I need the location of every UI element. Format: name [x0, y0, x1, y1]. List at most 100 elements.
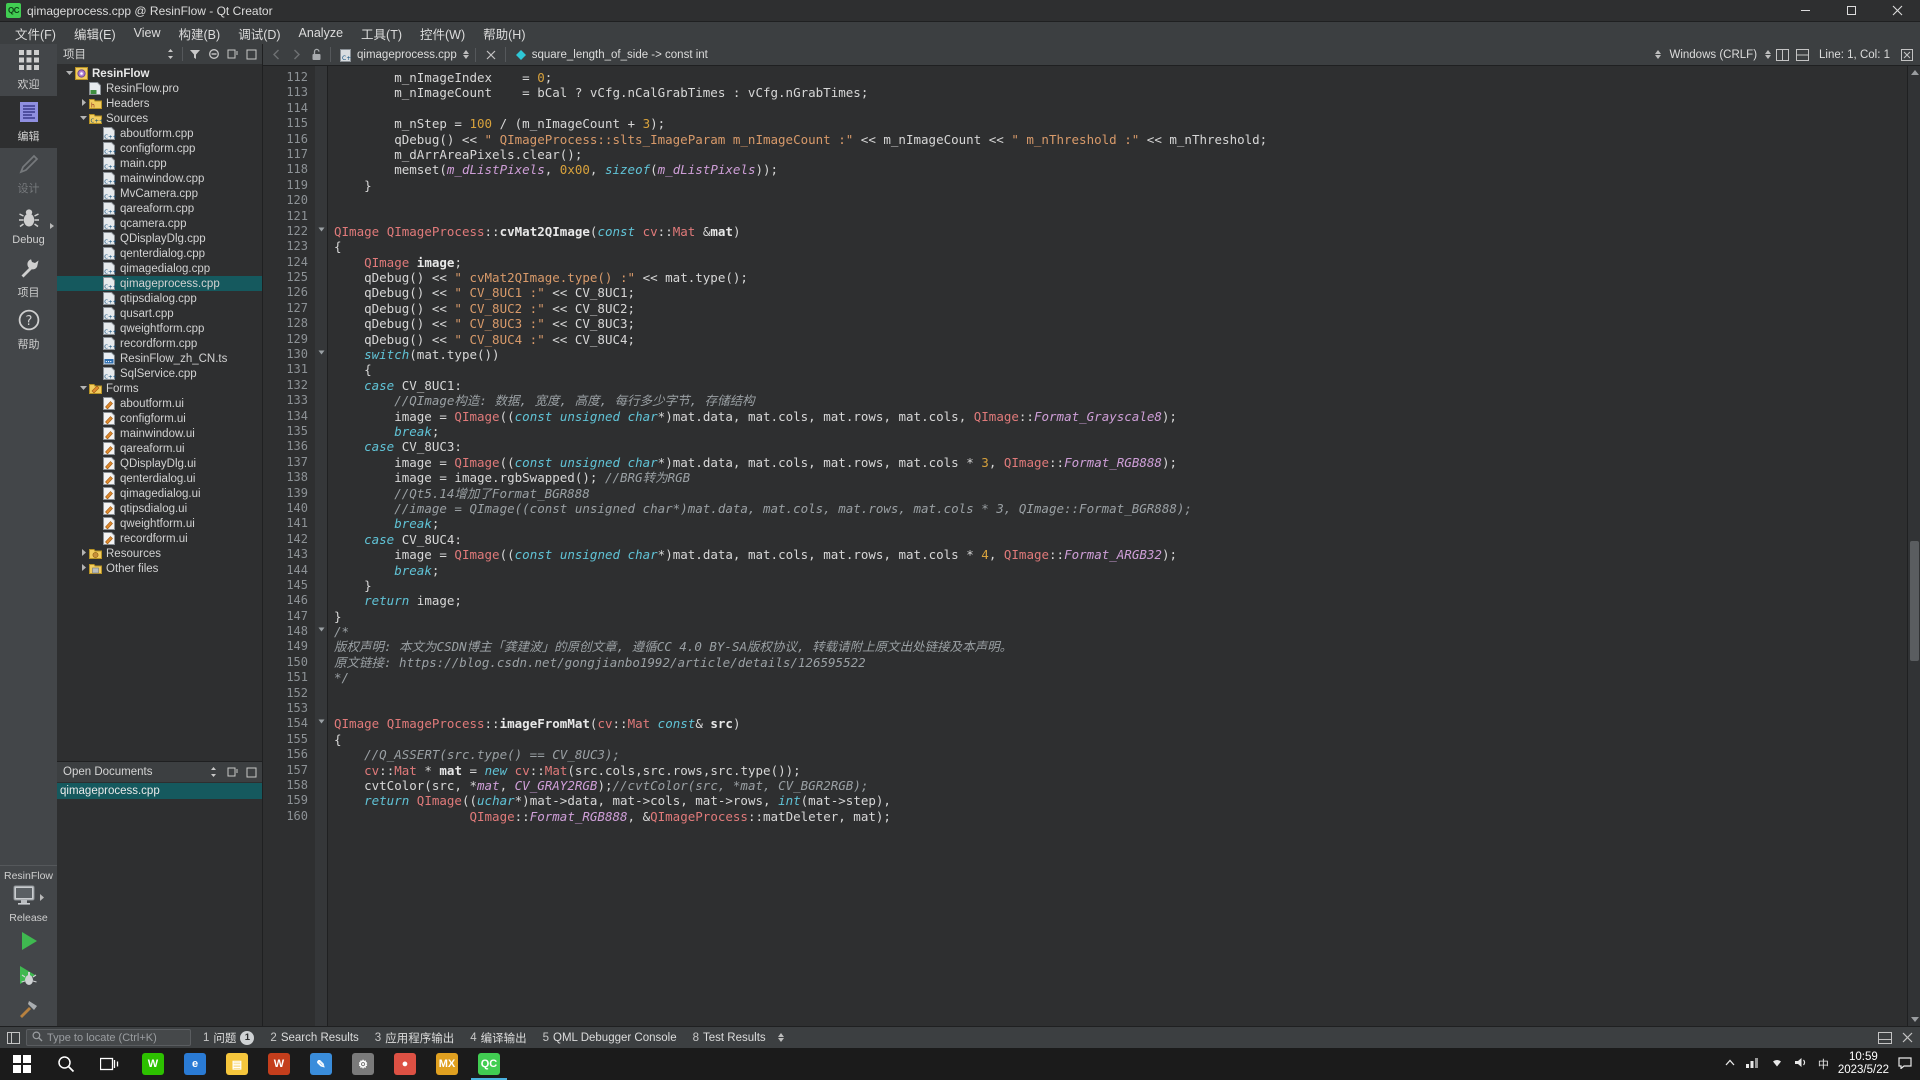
tree-item[interactable]: C++ qimagedialog.cpp: [57, 261, 262, 276]
menu-file[interactable]: 文件(F): [6, 22, 65, 45]
tree-item[interactable]: C++ aboutform.cpp: [57, 126, 262, 141]
taskbar-app-word[interactable]: W: [258, 1048, 300, 1080]
mode-help[interactable]: ? 帮助: [0, 304, 57, 356]
tree-item[interactable]: C++ qareaform.cpp: [57, 201, 262, 216]
code-line[interactable]: }: [334, 609, 1907, 624]
tree-item[interactable]: qenterdialog.ui: [57, 471, 262, 486]
menu-debug[interactable]: 调试(D): [229, 22, 289, 45]
build-button[interactable]: [0, 992, 57, 1026]
taskbar-app-qtcreator[interactable]: QC: [468, 1048, 510, 1080]
scrollbar-thumb[interactable]: [1910, 541, 1919, 661]
task-view-icon[interactable]: [88, 1048, 132, 1080]
tree-item[interactable]: qareaform.ui: [57, 441, 262, 456]
code-line[interactable]: //image = QImage((const unsigned char*)m…: [334, 501, 1907, 516]
run-button[interactable]: [0, 924, 57, 958]
code-line[interactable]: m_dArrAreaPixels.clear();: [334, 147, 1907, 162]
close-document-icon[interactable]: [482, 46, 500, 64]
code-line[interactable]: /*: [334, 624, 1907, 639]
code-line[interactable]: case CV_8UC4:: [334, 532, 1907, 547]
code-line[interactable]: [334, 193, 1907, 208]
code-line[interactable]: m_nStep = 100 / (m_nImageCount + 3);: [334, 116, 1907, 131]
code-line[interactable]: [334, 209, 1907, 224]
action-center-icon[interactable]: [1898, 1056, 1912, 1072]
code-line[interactable]: 原文链接: https://blog.csdn.net/gongjianbo19…: [334, 655, 1907, 670]
tree-item[interactable]: C++ qtipsdialog.cpp: [57, 291, 262, 306]
code-line[interactable]: qDebug() << " CV_8UC4 :" << CV_8UC4;: [334, 332, 1907, 347]
code-line[interactable]: {: [334, 362, 1907, 377]
show-hidden-icons[interactable]: [1724, 1057, 1736, 1072]
editor-vertical-scrollbar[interactable]: [1907, 66, 1920, 1026]
mode-debug-chevron-icon[interactable]: [50, 223, 54, 229]
code-line[interactable]: cvtColor(src, *mat, CV_GRAY2RGB);//cvtCo…: [334, 778, 1907, 793]
tree-item[interactable]: C++ configform.cpp: [57, 141, 262, 156]
windows-start-icon[interactable]: [0, 1048, 44, 1080]
split-icon[interactable]: [225, 765, 240, 780]
taskbar-app-edge[interactable]: e: [174, 1048, 216, 1080]
twisty-collapsed-icon[interactable]: [77, 548, 89, 559]
code-line[interactable]: QImage QImageProcess::cvMat2QImage(const…: [334, 224, 1907, 239]
code-line[interactable]: memset(m_dListPixels, 0x00, sizeof(m_dLi…: [334, 162, 1907, 177]
tree-item[interactable]: Resources: [57, 546, 262, 561]
chevron-right-icon[interactable]: [287, 46, 305, 64]
code-line[interactable]: break;: [334, 516, 1907, 531]
code-line[interactable]: {: [334, 239, 1907, 254]
tree-item[interactable]: C++ SqlService.cpp: [57, 366, 262, 381]
tree-item[interactable]: aboutform.ui: [57, 396, 262, 411]
open-document-item[interactable]: qimageprocess.cpp: [57, 783, 262, 799]
close-output-icon[interactable]: [1898, 1029, 1916, 1047]
code-line[interactable]: qDebug() << " CV_8UC1 :" << CV_8UC1;: [334, 285, 1907, 300]
scroll-up-arrow-icon[interactable]: [1911, 70, 1919, 75]
tree-item[interactable]: C++ recordform.cpp: [57, 336, 262, 351]
taskbar-app-chrome[interactable]: ●: [384, 1048, 426, 1080]
tree-item[interactable]: Forms: [57, 381, 262, 396]
code-line[interactable]: //Qt5.14增加了Format_BGR888: [334, 486, 1907, 501]
line-ending-indicator[interactable]: Windows (CRLF): [1663, 49, 1763, 61]
code-line[interactable]: qDebug() << " CV_8UC2 :" << CV_8UC2;: [334, 301, 1907, 316]
taskbar-app-tool[interactable]: ⚙: [342, 1048, 384, 1080]
close-panel-icon[interactable]: [244, 765, 259, 780]
symbol-combo[interactable]: square_length_of_side -> const int: [511, 46, 712, 64]
ime-indicator[interactable]: 中: [1818, 1056, 1829, 1072]
source-code[interactable]: m_nImageIndex = 0; m_nImageCount = bCal …: [328, 66, 1907, 1026]
unlock-icon[interactable]: [307, 46, 325, 64]
fold-marker-icon[interactable]: [315, 624, 327, 639]
chevron-left-icon[interactable]: [267, 46, 285, 64]
mode-debug[interactable]: Debug: [0, 200, 57, 252]
tree-item[interactable]: C++ main.cpp: [57, 156, 262, 171]
code-line[interactable]: break;: [334, 424, 1907, 439]
taskbar-app-wechat[interactable]: W: [132, 1048, 174, 1080]
output-qml-console[interactable]: 5 QML Debugger Console: [535, 1030, 685, 1046]
close-panel-icon[interactable]: [244, 47, 259, 62]
fold-marker-icon[interactable]: [315, 716, 327, 731]
menu-analyze[interactable]: Analyze: [290, 24, 352, 42]
line-ending-chooser-icon[interactable]: [1765, 50, 1772, 59]
menu-widgets[interactable]: 控件(W): [411, 22, 474, 45]
code-view-wrapper[interactable]: 112 113 114 115 116 117 118 119 120 121 122 123 124 1…: [263, 66, 1920, 1026]
maximize-output-icon[interactable]: [1876, 1029, 1894, 1047]
code-line[interactable]: image = QImage((const unsigned char*)mat…: [334, 455, 1907, 470]
taskbar-clock[interactable]: 10:59 2023/5/22: [1838, 1051, 1889, 1077]
split-editor-icon[interactable]: [1773, 46, 1791, 64]
toggle-sidebar-icon[interactable]: [4, 1029, 22, 1047]
code-line[interactable]: image = QImage((const unsigned char*)mat…: [334, 547, 1907, 562]
code-line[interactable]: }: [334, 578, 1907, 593]
output-compile[interactable]: 4 编译输出: [462, 1028, 534, 1048]
current-document-combo[interactable]: C++ qimageprocess.cpp: [336, 46, 461, 64]
tree-item[interactable]: ResinFlow.pro: [57, 81, 262, 96]
twisty-collapsed-icon[interactable]: [77, 98, 89, 109]
fold-marker-icon[interactable]: [315, 347, 327, 362]
tree-item[interactable]: QDisplayDlg.ui: [57, 456, 262, 471]
start-debugging-button[interactable]: [0, 958, 57, 992]
twisty-expanded-icon[interactable]: [77, 113, 89, 124]
sync-icon[interactable]: [206, 47, 221, 62]
code-line[interactable]: [334, 686, 1907, 701]
twisty-expanded-icon[interactable]: [63, 68, 75, 79]
code-line[interactable]: }: [334, 178, 1907, 193]
code-line[interactable]: qDebug() << " QImageProcess::slts_ImageP…: [334, 132, 1907, 147]
code-line[interactable]: switch(mat.type()): [334, 347, 1907, 362]
document-spin-icon[interactable]: [462, 50, 469, 59]
code-line[interactable]: cv::Mat * mat = new cv::Mat(src.cols,src…: [334, 763, 1907, 778]
tree-item[interactable]: ResinFlow_zh_CN.ts: [57, 351, 262, 366]
code-line[interactable]: QImage::Format_RGB888, &QImageProcess::m…: [334, 809, 1907, 824]
code-line[interactable]: case CV_8UC3:: [334, 439, 1907, 454]
